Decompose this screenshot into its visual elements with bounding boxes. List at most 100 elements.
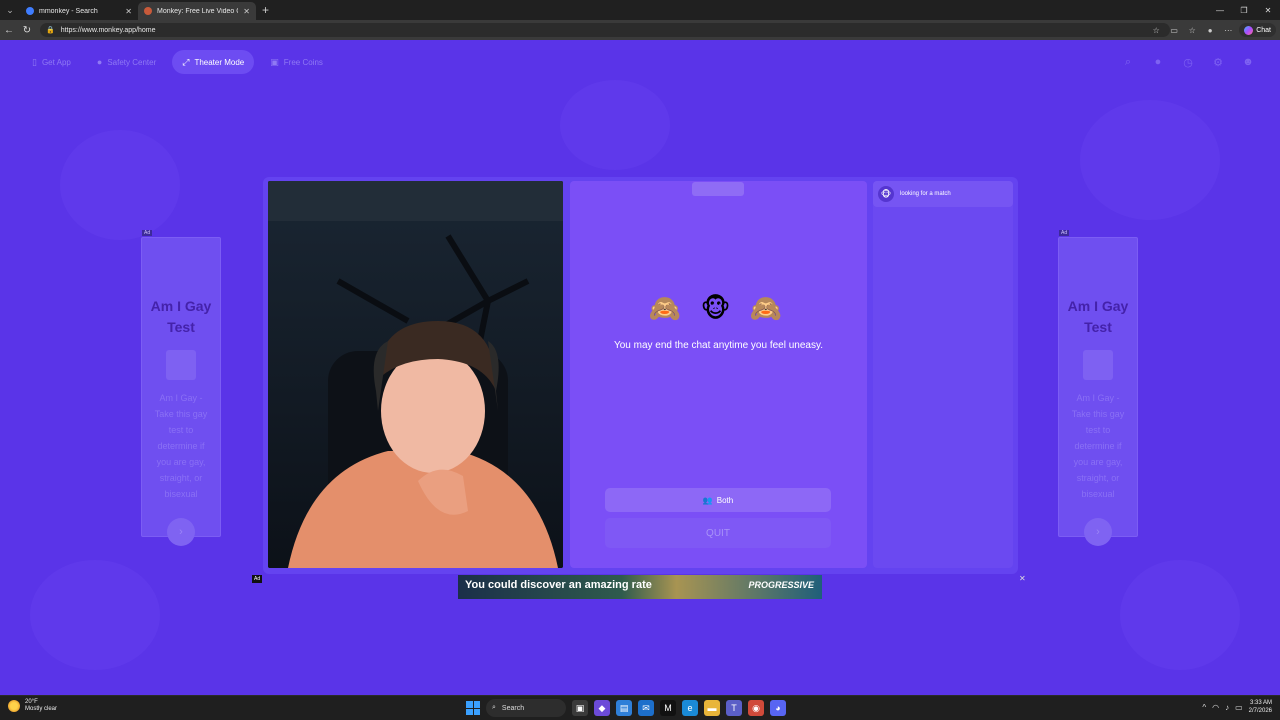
ad-headline: Am I Gay Test xyxy=(150,298,212,335)
file-explorer-icon[interactable]: ▬ xyxy=(704,700,720,716)
monkey-page: ▯ Get App ● Safety Center ⤢ Theater Mode… xyxy=(0,40,1280,695)
chrome-icon[interactable]: ◉ xyxy=(748,700,764,716)
taskbar-apps: ⌕ Search ▣ ◆ ▤ ✉ M e ▬ T ◉ ◕ xyxy=(466,699,786,717)
weather-icon xyxy=(8,700,20,712)
phone-icon: ▯ xyxy=(32,56,37,67)
refresh-icon[interactable]: ↻ xyxy=(18,21,36,39)
safety-message: You may end the chat anytime you feel un… xyxy=(613,340,824,351)
match-panel: 🙈 🐵 🙈 You may end the chat anytime you f… xyxy=(570,181,867,568)
history-icon[interactable]: ◷ xyxy=(1180,54,1196,70)
ad-image xyxy=(1083,350,1113,380)
tab-monkey[interactable]: Monkey: Free Live Video Chat ✕ xyxy=(138,2,256,20)
copilot-chat-button[interactable]: Chat xyxy=(1239,23,1276,37)
side-ad-right[interactable]: Ad Am I Gay Test Am I Gay - Take this ga… xyxy=(1058,230,1138,546)
lock-icon: 🔒 xyxy=(46,27,55,34)
theater-mode-button[interactable]: ⤢ Theater Mode xyxy=(172,50,255,74)
settings-icon[interactable]: ⚙ xyxy=(1210,54,1226,70)
profile-avatar-icon[interactable]: ● xyxy=(1203,23,1217,37)
clock-time: 3:33 AM xyxy=(1249,700,1272,706)
ad-body: Am I Gay - Take this gay test to determi… xyxy=(154,393,208,499)
volume-icon[interactable]: ♪ xyxy=(1225,703,1229,712)
bottom-ad-text: You could discover an amazing rate xyxy=(465,579,652,591)
chat-stage: 🙈 🐵 🙈 You may end the chat anytime you f… xyxy=(263,177,1018,574)
copilot-app-icon[interactable]: ◆ xyxy=(594,700,610,716)
weather-widget[interactable]: 20°F Mostly clear xyxy=(8,699,57,713)
shield-icon: ● xyxy=(96,57,103,67)
side-ad-left[interactable]: Ad Am I Gay Test Am I Gay - Take this ga… xyxy=(141,230,221,546)
ad-arrow-icon[interactable]: › xyxy=(167,518,195,546)
profile-icon[interactable]: ☻ xyxy=(1240,54,1256,70)
gender-filter-button[interactable]: 👥 Both xyxy=(605,488,831,512)
get-app-button[interactable]: ▯ Get App xyxy=(22,50,81,74)
browser-toolbar: ← ↻ 🔒 https://www.monkey.app/home ☆ ▭ ☆ … xyxy=(0,20,1280,40)
nav-label: Get App xyxy=(41,57,71,67)
people-icon: 👥 xyxy=(702,495,713,505)
ad-headline: Am I Gay Test xyxy=(1067,298,1129,335)
ad-label: Ad xyxy=(142,230,153,236)
nav-label: Safety Center xyxy=(107,57,157,67)
camera-feed-illustration xyxy=(268,181,563,568)
mail-icon[interactable]: ✉ xyxy=(638,700,654,716)
taskbar-search-label: Search xyxy=(501,704,525,712)
gender-filter-label: Both xyxy=(716,495,734,505)
monkey-avatar-icon: 🐵 xyxy=(878,186,894,202)
ad-arrow-icon[interactable]: › xyxy=(1084,518,1112,546)
teams-icon[interactable]: T xyxy=(726,700,742,716)
address-bar[interactable]: 🔒 https://www.monkey.app/home xyxy=(40,23,1170,37)
close-tab-icon[interactable]: ✕ xyxy=(243,7,250,16)
store-icon[interactable]: ▤ xyxy=(616,700,632,716)
close-tab-icon[interactable]: ✕ xyxy=(125,7,132,16)
edge-icon[interactable]: e xyxy=(682,700,698,716)
m-app-icon[interactable]: M xyxy=(660,700,676,716)
close-window-icon[interactable]: ✕ xyxy=(1256,0,1280,20)
battery-icon[interactable]: ▭ xyxy=(1235,703,1243,712)
match-status: 🐵 looking for a match xyxy=(873,181,1013,207)
window-controls: — ❐ ✕ xyxy=(1208,0,1280,20)
browser-tabstrip: ⌄ mmonkey - Search ✕ Monkey: Free Live V… xyxy=(0,0,1280,20)
more-menu-icon[interactable]: ⋯ xyxy=(1221,23,1235,37)
camera-icon[interactable]: ▭ xyxy=(1167,23,1181,37)
monkey-favicon-icon xyxy=(144,7,152,15)
monkey-emoji-row: 🙈 🐵 🙈 xyxy=(648,293,789,323)
task-view-icon[interactable]: ▣ xyxy=(572,700,588,716)
nav-label: Free Coins xyxy=(283,57,323,67)
system-tray: ^ ◠ ♪ ▭ 3:33 AM 2/7/2026 xyxy=(1202,699,1272,715)
start-icon[interactable] xyxy=(466,701,480,715)
bottom-banner-ad[interactable]: You could discover an amazing rate PROGR… xyxy=(458,575,822,599)
url-text: https://www.monkey.app/home xyxy=(60,26,156,34)
tab-actions-icon[interactable]: ⌄ xyxy=(0,0,20,20)
copilot-icon xyxy=(1244,25,1254,35)
top-right-icons: ⌕ ● ◷ ⚙ ☻ xyxy=(1120,54,1256,70)
top-navigation: ▯ Get App ● Safety Center ⤢ Theater Mode… xyxy=(22,50,333,74)
nav-label: Theater Mode xyxy=(194,57,245,67)
search-icon[interactable]: ⌕ xyxy=(1120,54,1136,70)
weather-condition: Mostly clear xyxy=(25,706,58,712)
restore-icon[interactable]: ❐ xyxy=(1232,0,1256,20)
tab-title: mmonkey - Search xyxy=(39,7,98,15)
new-tab-icon[interactable]: + xyxy=(262,3,269,17)
panel-handle[interactable] xyxy=(692,182,744,196)
wifi-icon[interactable]: ◠ xyxy=(1212,703,1219,712)
ad-label: Ad xyxy=(1059,230,1070,236)
favorites-icon[interactable]: ☆ xyxy=(1185,23,1199,37)
close-ad-icon[interactable]: ✕ xyxy=(1019,575,1027,583)
coin-icon[interactable]: ● xyxy=(1150,54,1166,70)
expand-icon: ⤢ xyxy=(182,56,190,67)
tab-title: Monkey: Free Live Video Chat xyxy=(157,7,238,15)
quit-button[interactable]: QUIT xyxy=(605,518,831,548)
chat-side-panel: 🐵 looking for a match xyxy=(873,181,1013,568)
minimize-icon[interactable]: — xyxy=(1208,0,1232,20)
search-favicon-icon xyxy=(26,7,34,15)
taskbar-search[interactable]: ⌕ Search xyxy=(486,699,566,717)
bottom-ad-label: Ad xyxy=(252,575,263,583)
back-icon[interactable]: ← xyxy=(0,21,18,39)
clock[interactable]: 3:33 AM 2/7/2026 xyxy=(1249,699,1272,715)
discord-icon[interactable]: ◕ xyxy=(770,700,786,716)
temperature: 20°F xyxy=(25,699,38,705)
favorite-star-icon[interactable]: ☆ xyxy=(1149,23,1163,37)
tray-overflow-icon[interactable]: ^ xyxy=(1202,703,1206,712)
free-coins-button[interactable]: ▣ Free Coins xyxy=(260,50,333,74)
safety-center-button[interactable]: ● Safety Center xyxy=(87,50,166,74)
tab-search[interactable]: mmonkey - Search ✕ xyxy=(20,2,138,20)
clock-date: 2/7/2026 xyxy=(1248,708,1272,714)
